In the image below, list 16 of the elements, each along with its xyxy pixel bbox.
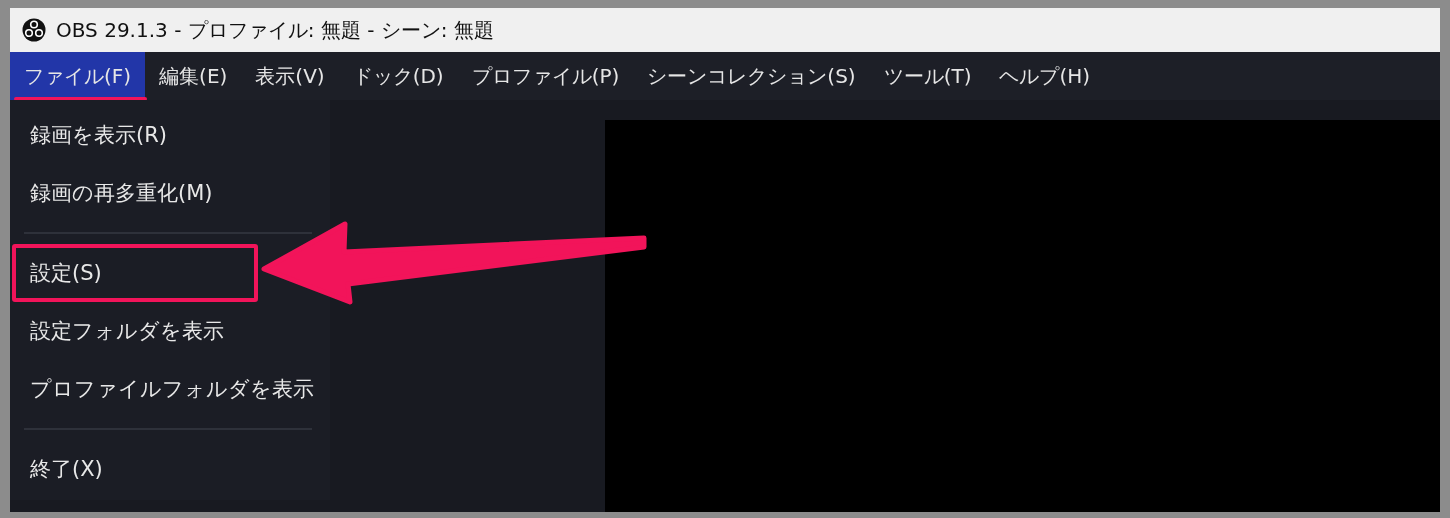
window-title: OBS 29.1.3 - プロファイル: 無題 - シーン: 無題: [56, 16, 494, 44]
menu-entry[interactable]: 設定フォルダを表示: [12, 302, 330, 360]
menu-item[interactable]: ドック(D): [338, 52, 458, 100]
menu-entry[interactable]: 設定(S): [12, 244, 258, 302]
logo-icon: [22, 18, 46, 42]
menu-item[interactable]: プロファイル(P): [457, 52, 634, 100]
menu-item[interactable]: ヘルプ(H): [985, 52, 1105, 100]
menu-item[interactable]: 編集(E): [145, 52, 242, 100]
menu-entry[interactable]: プロファイルフォルダを表示: [12, 360, 330, 418]
menu-item[interactable]: ファイル(F): [10, 52, 146, 100]
menu-item[interactable]: 表示(V): [241, 52, 339, 100]
menu-entry[interactable]: 録画を表示(R): [12, 106, 330, 164]
menu-item[interactable]: ツール(T): [869, 52, 986, 100]
menu-item[interactable]: シーンコレクション(S): [633, 52, 870, 100]
menu-entry[interactable]: 録画の再多重化(M): [12, 164, 330, 222]
menu-entry[interactable]: 終了(X): [12, 440, 330, 498]
